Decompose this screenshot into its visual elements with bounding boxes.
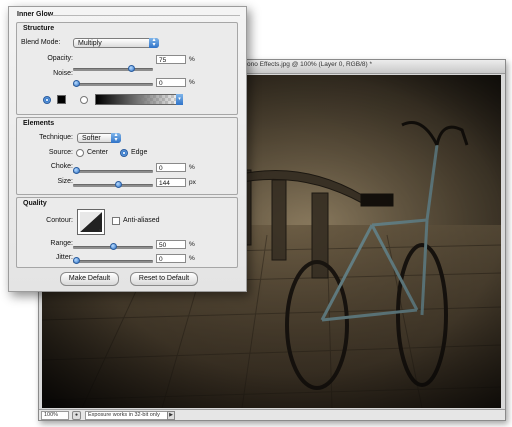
contour-label: Contour: — [46, 217, 73, 224]
anti-aliased-label[interactable]: Anti-aliased — [123, 217, 160, 224]
choke-slider-thumb[interactable] — [73, 167, 80, 174]
blend-mode-value: Multiply — [78, 40, 102, 47]
structure-group: Structure Blend Mode: Multiply ▴ ▾ Opacit… — [16, 22, 238, 115]
jitter-label: Jitter: — [55, 254, 73, 261]
gradient-radio[interactable] — [80, 96, 88, 104]
status-message: Exposure works in 32-bit only — [85, 411, 169, 420]
opacity-slider[interactable] — [73, 65, 153, 72]
noise-slider-thumb[interactable] — [73, 80, 80, 87]
range-unit: % — [189, 241, 195, 248]
reset-to-default-button[interactable]: Reset to Default — [130, 272, 198, 286]
source-label: Source: — [48, 149, 73, 156]
range-slider-thumb[interactable] — [109, 243, 117, 250]
choke-label: Choke: — [50, 163, 73, 170]
document-status-bar: 100% ● Exposure works in 32-bit only ▶ — [39, 409, 505, 420]
range-input[interactable]: 50 — [156, 240, 186, 249]
opacity-label: Opacity: — [47, 55, 73, 62]
range-slider[interactable] — [73, 243, 153, 250]
technique-arrow-icon: ▴ ▾ — [111, 132, 121, 143]
jitter-slider-thumb[interactable] — [73, 257, 80, 264]
elements-group: Elements Technique: Softer ▴ ▾ Source: Ce… — [16, 117, 238, 195]
jitter-input[interactable]: 0 — [156, 254, 186, 263]
technique-select[interactable]: Softer ▴ ▾ — [77, 132, 121, 143]
size-slider-thumb[interactable] — [115, 181, 123, 188]
structure-title: Structure — [23, 25, 55, 32]
technique-label: Technique: — [39, 134, 73, 141]
source-center-radio[interactable] — [76, 149, 84, 157]
jitter-slider[interactable] — [73, 257, 153, 264]
document-title: ono Effects.jpg @ 100% (Layer 0, RGB/8) … — [247, 61, 372, 68]
blend-mode-arrow-icon: ▴ ▾ — [149, 37, 159, 48]
size-unit: px — [189, 179, 196, 186]
quality-title: Quality — [23, 200, 47, 207]
noise-unit: % — [189, 79, 195, 86]
size-input[interactable]: 144 — [156, 178, 186, 187]
source-edge-label[interactable]: Edge — [131, 149, 147, 156]
source-center-label[interactable]: Center — [87, 149, 108, 156]
noise-label: Noise: — [53, 70, 73, 77]
title-divider — [50, 15, 240, 16]
size-slider[interactable] — [73, 181, 153, 188]
jitter-unit: % — [189, 255, 195, 262]
technique-value: Softer — [82, 135, 101, 142]
solid-color-radio[interactable] — [43, 96, 51, 104]
contour-arrow-icon: ▾ — [99, 228, 102, 234]
choke-unit: % — [189, 164, 195, 171]
blend-mode-label: Blend Mode: — [21, 39, 61, 46]
anti-aliased-checkbox[interactable] — [112, 217, 120, 225]
elements-title: Elements — [23, 120, 55, 127]
make-default-button[interactable]: Make Default — [60, 272, 119, 286]
noise-input[interactable]: 0 — [156, 78, 186, 87]
blend-mode-select[interactable]: Multiply ▴ ▾ — [73, 37, 159, 48]
inner-glow-dialog: Inner Glow Structure Blend Mode: Multipl… — [8, 6, 247, 292]
size-label: Size: — [57, 178, 73, 185]
dialog-title: Inner Glow — [17, 11, 54, 18]
opacity-unit: % — [189, 56, 195, 63]
source-edge-radio[interactable] — [120, 149, 128, 157]
range-label: Range: — [50, 240, 73, 247]
status-menu-arrow-icon[interactable]: ▶ — [167, 411, 175, 420]
glow-gradient-picker[interactable]: ▾ — [95, 94, 183, 105]
noise-slider[interactable] — [73, 80, 153, 87]
opacity-slider-thumb[interactable] — [127, 65, 135, 72]
status-info-icon[interactable]: ● — [72, 411, 81, 420]
opacity-input[interactable]: 75 — [156, 55, 186, 64]
choke-slider[interactable] — [73, 167, 153, 174]
glow-color-swatch[interactable] — [57, 95, 66, 104]
zoom-field[interactable]: 100% — [41, 411, 69, 420]
contour-picker[interactable]: ▾ — [77, 209, 105, 235]
choke-input[interactable]: 0 — [156, 163, 186, 172]
quality-group: Quality Contour: ▾ Anti-aliased Range: 5… — [16, 197, 238, 268]
gradient-arrow-icon: ▾ — [176, 94, 183, 105]
